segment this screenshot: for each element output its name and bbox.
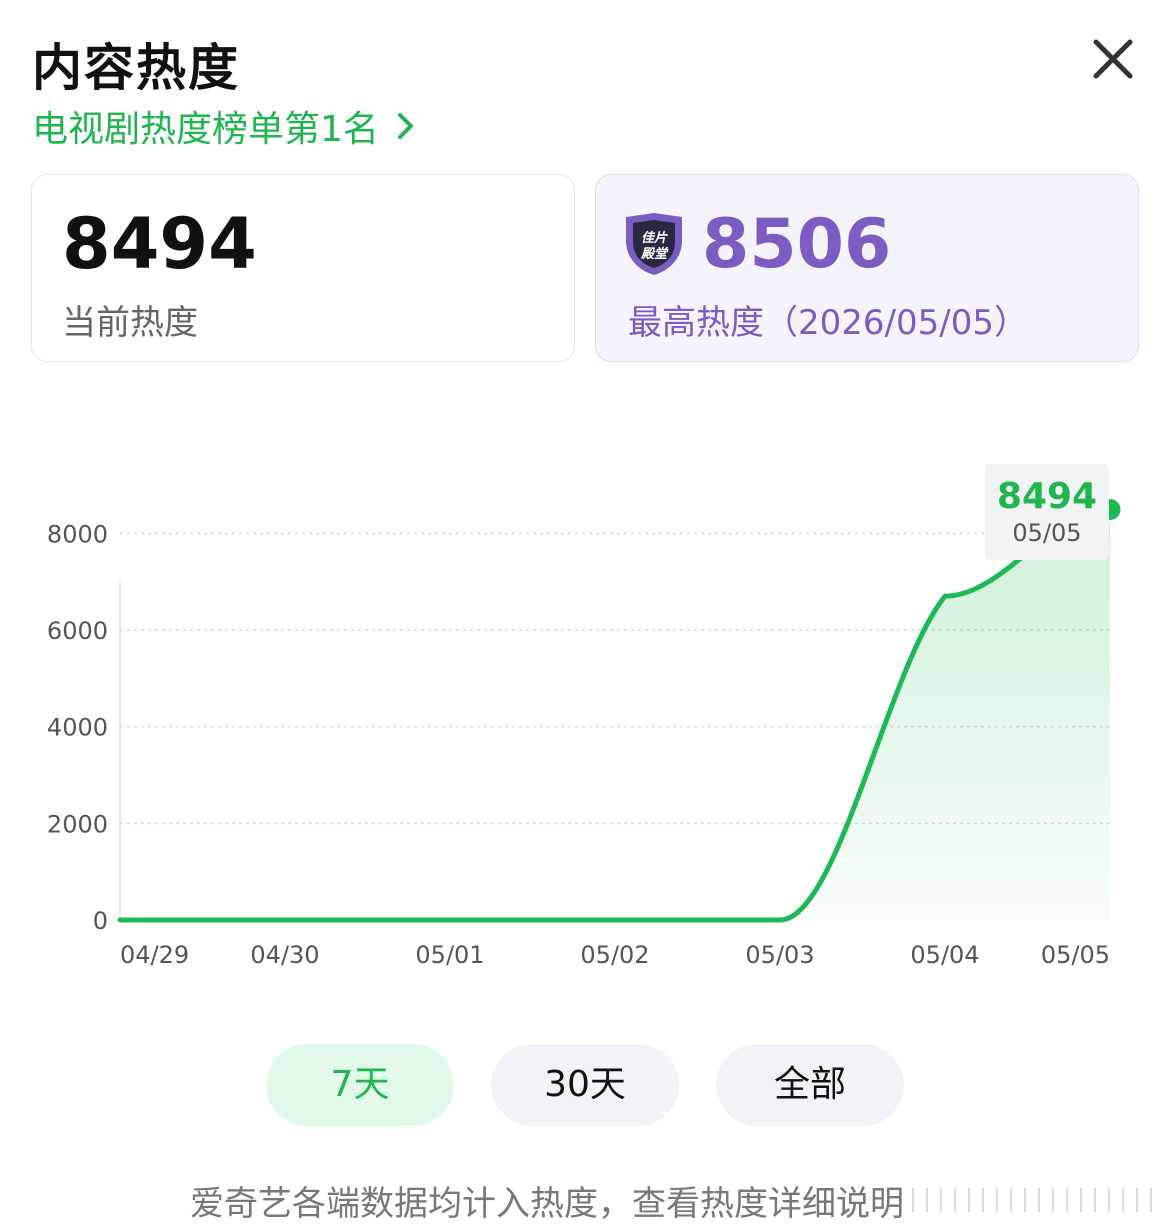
y-tick-label: 6000 bbox=[47, 617, 108, 645]
hall-of-fame-badge-icon: 佳片 殿堂 bbox=[626, 213, 682, 275]
range-label: 30天 bbox=[544, 1064, 626, 1105]
scroll-fade-overlay bbox=[912, 1188, 1160, 1212]
badge-text-line1: 佳片 bbox=[641, 230, 668, 246]
range-7-days-button[interactable]: 7天 bbox=[266, 1044, 454, 1126]
close-icon bbox=[1093, 39, 1133, 79]
chevron-right-icon bbox=[397, 113, 413, 139]
range-label: 7天 bbox=[330, 1064, 390, 1105]
x-tick-label: 05/03 bbox=[745, 941, 814, 969]
y-tick-label: 8000 bbox=[47, 520, 108, 548]
y-tick-label: 0 bbox=[93, 907, 108, 935]
current-heat-value: 8494 bbox=[62, 203, 257, 285]
current-heat-label: 当前热度 bbox=[62, 303, 198, 343]
x-tick-label: 05/05 bbox=[1041, 941, 1110, 969]
x-tick-label: 05/01 bbox=[415, 941, 484, 969]
peak-heat-label: 最高热度（2026/05/05） bbox=[628, 303, 1028, 343]
x-tick-label: 05/02 bbox=[580, 941, 649, 969]
badge-text-line2: 殿堂 bbox=[640, 246, 669, 262]
range-30-days-button[interactable]: 30天 bbox=[491, 1044, 679, 1126]
x-tick-label: 04/29 bbox=[120, 941, 189, 969]
tooltip-value: 8494 bbox=[996, 476, 1098, 517]
x-tick-label: 04/30 bbox=[250, 941, 319, 969]
rank-text: 电视剧热度榜单第1名 bbox=[32, 109, 379, 150]
peak-heat-card: 佳片 殿堂 8506 最高热度（2026/05/05） bbox=[595, 174, 1139, 362]
x-tick-label: 05/04 bbox=[910, 941, 979, 969]
series-area bbox=[120, 509, 1110, 920]
chart-tooltip: 8494 05/05 bbox=[985, 464, 1109, 560]
current-heat-card: 8494 当前热度 bbox=[31, 174, 575, 362]
range-label: 全部 bbox=[773, 1064, 846, 1105]
y-tick-label: 2000 bbox=[47, 810, 108, 838]
tooltip-date: 05/05 bbox=[1012, 519, 1082, 547]
y-tick-label: 4000 bbox=[47, 714, 108, 742]
page-title: 内容热度 bbox=[32, 39, 240, 97]
close-button[interactable] bbox=[1088, 34, 1138, 84]
footer-note: 爱奇艺各端数据均计入热度，查看热度详细说明 bbox=[190, 1184, 904, 1224]
rank-link[interactable]: 电视剧热度榜单第1名 bbox=[32, 100, 417, 152]
peak-heat-value: 8506 bbox=[702, 205, 892, 284]
range-all-button[interactable]: 全部 bbox=[716, 1044, 904, 1126]
